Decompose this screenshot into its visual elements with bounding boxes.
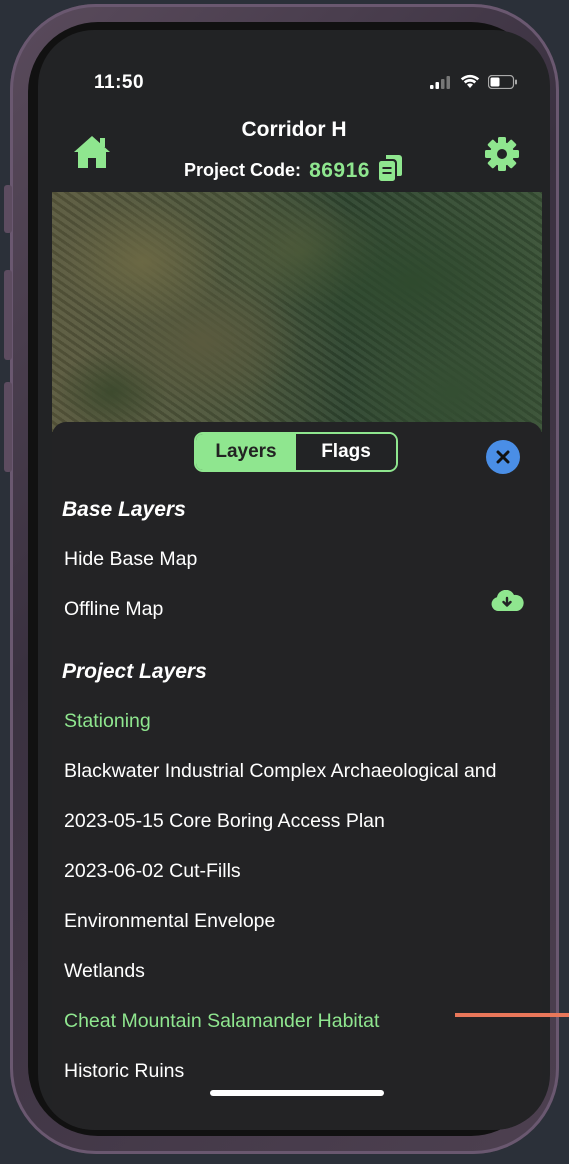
- wifi-icon: [460, 74, 480, 88]
- mute-switch: [4, 185, 12, 233]
- base-layer-item[interactable]: Offline Map: [64, 598, 163, 621]
- gear-icon: [485, 137, 519, 171]
- home-button[interactable]: [72, 134, 112, 175]
- status-time: 11:50: [94, 72, 145, 93]
- volume-down-button: [4, 382, 12, 472]
- page-title: Corridor H: [241, 118, 347, 141]
- project-layer-item[interactable]: Blackwater Industrial Complex Archaeolog…: [64, 760, 496, 783]
- project-layer-item[interactable]: Stationing: [64, 710, 151, 733]
- close-button[interactable]: [486, 440, 520, 474]
- tab-flags[interactable]: Flags: [296, 434, 396, 470]
- project-layer-item[interactable]: Cheat Mountain Salamander Habitat: [64, 1010, 379, 1033]
- cellular-signal-icon: [430, 75, 450, 89]
- project-layer-item[interactable]: Wetlands: [64, 960, 145, 983]
- settings-button[interactable]: [484, 136, 520, 177]
- project-code-value: 86916: [309, 158, 370, 182]
- volume-up-button: [4, 270, 12, 360]
- status-bar: 11:50: [38, 30, 550, 93]
- close-icon: [496, 450, 510, 464]
- layers-panel: Layers Flags Base Layers Hide Base Map O…: [52, 422, 542, 1130]
- base-layers-heading: Base Layers: [62, 498, 186, 521]
- home-indicator[interactable]: [210, 1090, 384, 1096]
- project-layer-item[interactable]: 2023-05-15 Core Boring Access Plan: [64, 810, 385, 833]
- cloud-download-icon: [491, 589, 524, 611]
- annotation-line: [455, 1013, 569, 1017]
- tab-layers[interactable]: Layers: [196, 434, 296, 470]
- project-layer-item[interactable]: Environmental Envelope: [64, 910, 275, 933]
- copy-icon[interactable]: [378, 154, 404, 187]
- project-layer-item[interactable]: Historic Ruins: [64, 1060, 184, 1083]
- project-layers-heading: Project Layers: [62, 660, 207, 683]
- base-layer-item[interactable]: Hide Base Map: [64, 548, 197, 571]
- home-icon: [74, 136, 110, 168]
- layers-flags-toggle: Layers Flags: [194, 432, 398, 472]
- project-layer-item[interactable]: 2023-06-02 Cut-Fills: [64, 860, 241, 883]
- app-screen: 11:50 Corridor H Project Code: 86916 Lay…: [38, 30, 550, 1130]
- download-offline-map-button[interactable]: [490, 589, 524, 617]
- project-code-row: Project Code: 86916: [38, 154, 550, 187]
- battery-icon: [488, 74, 517, 89]
- satellite-map[interactable]: [52, 192, 542, 432]
- app-header: Corridor H Project Code: 86916: [38, 110, 550, 190]
- project-code-label: Project Code:: [184, 160, 302, 180]
